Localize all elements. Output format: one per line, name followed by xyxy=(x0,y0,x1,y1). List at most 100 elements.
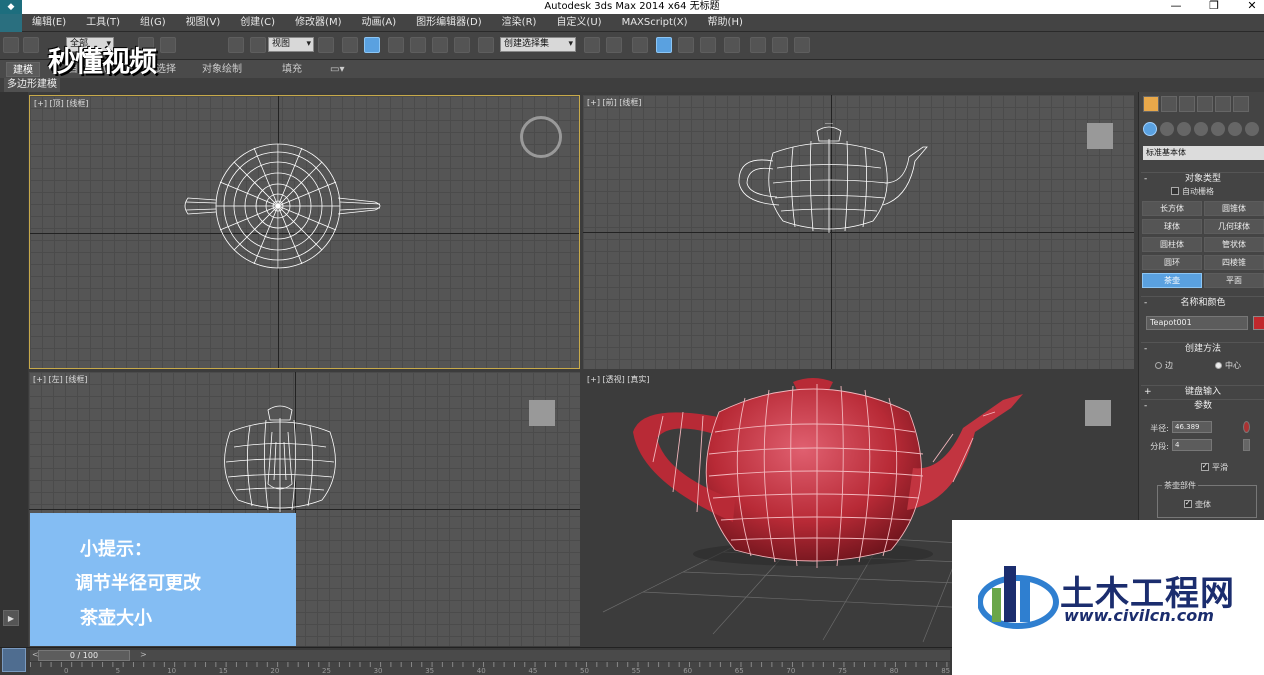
object-color-swatch[interactable] xyxy=(1253,316,1264,330)
snap-3d-icon[interactable] xyxy=(388,37,404,53)
rollout-name-color[interactable]: - 名称和颜色 xyxy=(1141,296,1264,308)
rollout-creation-method[interactable]: - 创建方法 xyxy=(1141,342,1264,354)
render-icon[interactable] xyxy=(794,37,810,53)
checkbox-box[interactable] xyxy=(1201,463,1209,471)
create-tab-icon[interactable] xyxy=(1143,96,1159,112)
helpers-icon[interactable] xyxy=(1211,122,1225,136)
align-icon[interactable] xyxy=(606,37,622,53)
checkbox-box[interactable] xyxy=(1171,187,1179,195)
box-button[interactable]: 长方体 xyxy=(1142,201,1202,216)
object-name-field[interactable]: Teapot001 xyxy=(1146,316,1248,330)
viewcube-icon[interactable] xyxy=(529,400,555,426)
edge-radio[interactable]: 边 xyxy=(1155,360,1173,371)
menu-maxscript[interactable]: MAXScript(X) xyxy=(612,14,698,32)
rotate-icon[interactable] xyxy=(228,37,244,53)
modify-tab-icon[interactable] xyxy=(1161,96,1177,112)
scale-icon[interactable] xyxy=(250,37,266,53)
menu-group[interactable]: 组(G) xyxy=(130,14,176,32)
curve-editor-icon[interactable] xyxy=(678,37,694,53)
radius-spinner[interactable] xyxy=(1243,421,1250,433)
menu-create[interactable]: 创建(C) xyxy=(230,14,285,32)
viewport-layout-icon[interactable] xyxy=(2,648,26,672)
cone-button[interactable]: 圆锥体 xyxy=(1204,201,1264,216)
material-editor-icon[interactable] xyxy=(724,37,740,53)
menu-rendering[interactable]: 渲染(R) xyxy=(492,14,547,32)
mirror-icon[interactable] xyxy=(584,37,600,53)
viewcube-icon[interactable] xyxy=(1085,400,1111,426)
render-setup-icon[interactable] xyxy=(750,37,766,53)
rollout-keyboard-entry[interactable]: + 键盘输入 xyxy=(1141,385,1264,397)
named-selection-select[interactable]: 创建选择集 xyxy=(500,37,576,52)
menu-help[interactable]: 帮助(H) xyxy=(698,14,753,32)
minimize-button[interactable]: — xyxy=(1164,0,1188,14)
angle-snap-icon[interactable] xyxy=(410,37,426,53)
viewport-label[interactable]: [+] [左] [线框] xyxy=(33,374,88,385)
geometry-icon[interactable] xyxy=(1143,122,1157,136)
geosphere-button[interactable]: 几何球体 xyxy=(1204,219,1264,234)
smooth-checkbox[interactable]: 平滑 xyxy=(1201,462,1228,473)
segments-spinner[interactable] xyxy=(1243,439,1250,451)
manipulate-icon[interactable] xyxy=(364,37,380,53)
spinner-snap-icon[interactable] xyxy=(454,37,470,53)
menu-tools[interactable]: 工具(T) xyxy=(76,14,130,32)
sphere-button[interactable]: 球体 xyxy=(1142,219,1202,234)
layer-manager-icon[interactable] xyxy=(632,37,648,53)
close-button[interactable]: ✕ xyxy=(1240,0,1264,14)
rollout-object-type[interactable]: - 对象类型 xyxy=(1141,172,1264,184)
teapot-button[interactable]: 茶壶 xyxy=(1142,273,1202,288)
viewcube-icon[interactable] xyxy=(520,116,562,158)
next-frame-icon[interactable]: > xyxy=(140,650,147,659)
menu-edit[interactable]: 编辑(E) xyxy=(22,14,76,32)
time-slider[interactable]: < 0 / 100 > xyxy=(30,650,950,661)
polygon-modeling-label[interactable]: 多边形建模 xyxy=(4,78,60,92)
auto-grid-checkbox[interactable]: 自动栅格 xyxy=(1171,186,1214,197)
viewcube-icon[interactable] xyxy=(1087,123,1113,149)
schematic-view-icon[interactable] xyxy=(700,37,716,53)
viewport-label[interactable]: [+] [前] [线框] xyxy=(587,97,642,108)
motion-tab-icon[interactable] xyxy=(1197,96,1213,112)
lights-icon[interactable] xyxy=(1177,122,1191,136)
pivot-center-icon[interactable] xyxy=(318,37,334,53)
reference-coord-select[interactable]: 视图 xyxy=(268,37,314,52)
link-icon[interactable] xyxy=(3,37,19,53)
checkbox-box[interactable] xyxy=(1184,500,1192,508)
viewport-top[interactable]: [+] [顶] [线框] xyxy=(29,95,580,369)
display-tab-icon[interactable] xyxy=(1215,96,1231,112)
menu-views[interactable]: 视图(V) xyxy=(176,14,231,32)
utilities-tab-icon[interactable] xyxy=(1233,96,1249,112)
radio-dot[interactable] xyxy=(1155,362,1162,369)
body-checkbox[interactable]: 壶体 xyxy=(1184,499,1211,510)
menu-modifiers[interactable]: 修改器(M) xyxy=(285,14,351,32)
rollout-parameters[interactable]: - 参数 xyxy=(1141,399,1264,411)
shapes-icon[interactable] xyxy=(1160,122,1174,136)
torus-button[interactable]: 圆环 xyxy=(1142,255,1202,270)
menu-customize[interactable]: 自定义(U) xyxy=(546,14,611,32)
object-category-select[interactable]: 标准基本体 xyxy=(1143,146,1264,160)
menu-graph-editors[interactable]: 图形编辑器(D) xyxy=(406,14,492,32)
time-slider-knob[interactable]: 0 / 100 xyxy=(38,650,130,661)
move-icon[interactable] xyxy=(342,37,358,53)
select-by-name-icon[interactable] xyxy=(160,37,176,53)
track-bar[interactable]: 051015202530354045505560657075808590 xyxy=(30,662,1002,675)
viewport-label[interactable]: [+] [顶] [线框] xyxy=(34,98,89,109)
pyramid-button[interactable]: 四棱锥 xyxy=(1204,255,1264,270)
menu-animation[interactable]: 动画(A) xyxy=(352,14,407,32)
radius-field[interactable]: 46.389 xyxy=(1172,421,1212,433)
center-radio[interactable]: 中心 xyxy=(1215,360,1241,371)
space-warps-icon[interactable] xyxy=(1228,122,1242,136)
maximize-button[interactable]: ❐ xyxy=(1202,0,1226,14)
application-button[interactable] xyxy=(0,14,22,32)
plane-button[interactable]: 平面 xyxy=(1204,273,1264,288)
scene-explorer-icon[interactable] xyxy=(656,37,672,53)
percent-snap-icon[interactable] xyxy=(432,37,448,53)
cylinder-button[interactable]: 圆柱体 xyxy=(1142,237,1202,252)
tab-populate[interactable]: 填充 xyxy=(276,62,308,77)
tube-button[interactable]: 管状体 xyxy=(1204,237,1264,252)
segments-field[interactable]: 4 xyxy=(1172,439,1212,451)
tab-object-paint[interactable]: 对象绘制 xyxy=(196,62,248,77)
edit-named-sets-icon[interactable] xyxy=(478,37,494,53)
cameras-icon[interactable] xyxy=(1194,122,1208,136)
rendered-frame-icon[interactable] xyxy=(772,37,788,53)
expand-arrow-icon[interactable]: ▶ xyxy=(3,610,19,626)
tab-modeling[interactable]: 建模 xyxy=(6,62,40,77)
